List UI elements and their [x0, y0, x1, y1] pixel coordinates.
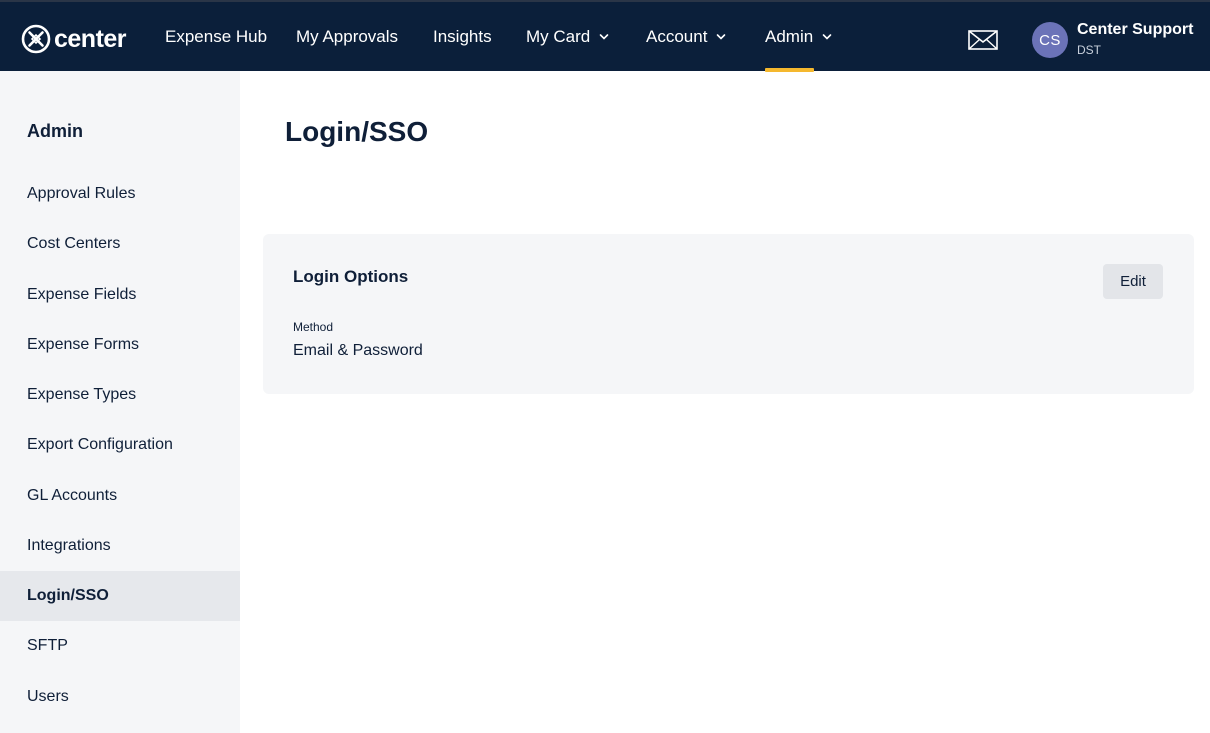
sidebar-item-expense-fields[interactable]: Expense Fields [0, 270, 240, 320]
page-title: Login/SSO [285, 116, 429, 147]
edit-button[interactable]: Edit [1103, 264, 1163, 299]
nav-expense-hub[interactable]: Expense Hub [165, 2, 267, 71]
sidebar-item-login-sso[interactable]: Login/SSO [0, 571, 240, 621]
brand-logo[interactable]: center [21, 23, 127, 55]
sidebar-item-label: Approval Rules [27, 185, 136, 202]
avatar-initials: CS [1039, 31, 1061, 49]
nav-admin[interactable]: Admin [765, 2, 832, 71]
chevron-down-icon [599, 33, 609, 40]
sidebar-item-label: Expense Forms [27, 336, 140, 353]
top-navigation-bar: center Expense Hub My Approvals Insights… [0, 0, 1210, 72]
sidebar-item-users[interactable]: Users [0, 672, 240, 722]
user-organization: DST [1077, 43, 1101, 57]
method-value: Email & Password [293, 342, 423, 359]
nav-insights-label: Insights [433, 26, 492, 46]
sidebar-item-label: Login/SSO [27, 587, 109, 604]
login-options-card: Login Options Edit Method Email & Passwo… [263, 234, 1194, 394]
sidebar-item-label: SFTP [27, 637, 68, 654]
sidebar-item-sftp[interactable]: SFTP [0, 621, 240, 671]
nav-my-card[interactable]: My Card [526, 2, 609, 71]
method-label: Method [293, 320, 334, 334]
mail-icon[interactable] [968, 30, 998, 50]
sidebar-item-label: Expense Fields [27, 286, 137, 303]
sidebar-item-label: Users [27, 688, 69, 705]
nav-admin-label: Admin [765, 26, 814, 46]
sidebar-title: Admin [27, 121, 83, 141]
sidebar-item-gl-accounts[interactable]: GL Accounts [0, 471, 240, 521]
sidebar-item-approval-rules[interactable]: Approval Rules [0, 169, 240, 219]
sidebar-item-cost-centers[interactable]: Cost Centers [0, 219, 240, 269]
sidebar-item-expense-forms[interactable]: Expense Forms [0, 320, 240, 370]
nav-my-card-label: My Card [526, 26, 591, 46]
sidebar-item-label: GL Accounts [27, 487, 118, 504]
nav-my-approvals-label: My Approvals [296, 26, 399, 46]
sidebar-item-label: Cost Centers [27, 235, 121, 252]
chevron-down-icon [717, 33, 726, 40]
nav-active-indicator [765, 68, 814, 72]
center-logo-icon [21, 24, 51, 54]
nav-my-approvals[interactable]: My Approvals [296, 2, 398, 71]
sidebar-item-label: Export Configuration [27, 436, 173, 453]
admin-sidebar: Admin Approval Rules Cost Centers Expens… [0, 71, 240, 733]
user-name[interactable]: Center Support [1077, 21, 1193, 39]
card-title: Login Options [293, 267, 409, 286]
sidebar-item-expense-types[interactable]: Expense Types [0, 370, 240, 420]
chevron-down-icon [822, 33, 832, 40]
brand-name: center [54, 25, 127, 53]
nav-expense-hub-label: Expense Hub [165, 26, 268, 46]
sidebar-item-label: Expense Types [27, 386, 137, 403]
nav-account-label: Account [646, 26, 708, 46]
nav-insights[interactable]: Insights [433, 2, 492, 71]
sidebar-item-export-configuration[interactable]: Export Configuration [0, 420, 240, 470]
sidebar-item-integrations[interactable]: Integrations [0, 521, 240, 571]
nav-account[interactable]: Account [646, 2, 726, 71]
sidebar-item-label: Integrations [27, 537, 111, 554]
avatar[interactable]: CS [1032, 22, 1068, 58]
